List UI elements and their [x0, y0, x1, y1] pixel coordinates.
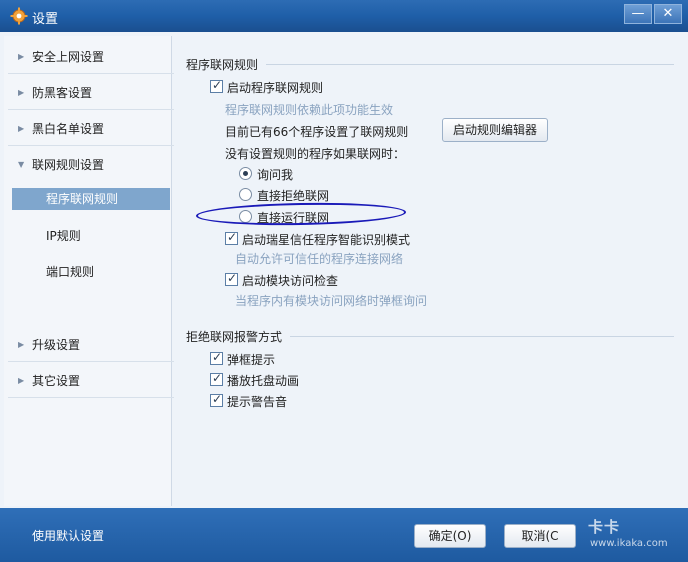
sidebar: ▶ 安全上网设置 ▶ 防黑客设置 ▶ 黑白名单设置 ▼ 联网规则设置 程序联网规… [4, 36, 174, 506]
minimize-button[interactable]: — [624, 4, 652, 24]
module-check-label[interactable]: 启动模块访问检查 [242, 272, 338, 289]
watermark-url: www.ikaka.com [590, 538, 668, 549]
close-icon: ✕ [662, 6, 674, 21]
title-bar: 设置 — ✕ [0, 0, 688, 32]
enable-program-rules-hint: 程序联网规则依赖此项功能生效 [225, 103, 394, 117]
chevron-right-icon: ▶ [18, 52, 25, 61]
warning-sound-checkbox[interactable]: ✓ [210, 392, 223, 407]
radio-selected-dot [243, 171, 248, 176]
check-icon: ✓ [212, 78, 223, 92]
site-watermark: 卡卡 www.ikaka.com [568, 516, 682, 554]
sidebar-subitem-ip-rules[interactable]: IP规则 [12, 225, 170, 247]
watermark-logo-text: 卡卡 [588, 518, 621, 536]
module-check-checkbox[interactable]: ✓ [225, 271, 238, 286]
sidebar-item-label: 安全上网设置 [32, 50, 105, 64]
rule-editor-button[interactable]: 启动规则编辑器 [442, 118, 548, 142]
no-rule-question: 没有设置规则的程序如果联网时： [225, 147, 406, 161]
sidebar-subitem-program-rules[interactable]: 程序联网规则 [12, 188, 170, 210]
radio-deny-network[interactable] [239, 188, 252, 201]
sidebar-item-black-white-list[interactable]: ▶ 黑白名单设置 [8, 112, 174, 146]
section-title-alarm: 拒绝联网报警方式 [186, 330, 283, 344]
sidebar-item-label: 其它设置 [32, 374, 81, 388]
chevron-right-icon: ▶ [18, 340, 25, 349]
section-title-program-rules: 程序联网规则 [186, 58, 259, 72]
chevron-right-icon: ▶ [18, 88, 25, 97]
chevron-right-icon: ▶ [18, 124, 25, 133]
check-icon: ✓ [227, 271, 238, 285]
radio-deny-network-label[interactable]: 直接拒绝联网 [257, 187, 329, 204]
rule-count-text: 目前已有66个程序设置了联网规则 [225, 125, 409, 139]
enable-program-rules-checkbox[interactable]: ✓ [210, 78, 223, 93]
sidebar-item-label: 联网规则设置 [32, 158, 105, 172]
section-divider [290, 336, 674, 337]
minimize-icon: — [631, 6, 645, 21]
window-title: 设置 [32, 12, 59, 27]
chevron-down-icon: ▼ [18, 160, 25, 169]
enable-program-rules-label[interactable]: 启动程序联网规则 [227, 79, 323, 96]
sidebar-item-label: 升级设置 [32, 338, 81, 352]
check-icon: ✓ [212, 350, 223, 364]
popup-alert-label[interactable]: 弹框提示 [227, 351, 275, 368]
settings-main-panel: ▶ 安全上网设置 ▶ 防黑客设置 ▶ 黑白名单设置 ▼ 联网规则设置 程序联网规… [0, 32, 688, 508]
smart-trust-label[interactable]: 启动瑞星信任程序智能识别模式 [242, 231, 410, 248]
gear-icon [10, 7, 28, 25]
sidebar-item-network-rules[interactable]: ▼ 联网规则设置 [8, 148, 174, 182]
check-icon: ✓ [212, 371, 223, 385]
sidebar-item-label: 黑白名单设置 [32, 122, 105, 136]
cancel-button[interactable]: 取消(C [504, 524, 576, 548]
popup-alert-checkbox[interactable]: ✓ [210, 350, 223, 365]
use-default-settings-link[interactable]: 使用默认设置 [32, 527, 104, 544]
smart-trust-checkbox[interactable]: ✓ [225, 230, 238, 245]
sidebar-item-label: 防黑客设置 [32, 86, 93, 100]
radio-ask-me[interactable] [239, 167, 252, 180]
sidebar-item-upgrade[interactable]: ▶ 升级设置 [8, 328, 174, 362]
module-check-hint: 当程序内有模块访问网络时弹框询问 [235, 294, 428, 308]
sidebar-item-other[interactable]: ▶ 其它设置 [8, 364, 174, 398]
sidebar-item-safe-browsing[interactable]: ▶ 安全上网设置 [8, 40, 174, 74]
chevron-right-icon: ▶ [18, 376, 25, 385]
close-button[interactable]: ✕ [654, 4, 682, 24]
sidebar-subitem-port-rules[interactable]: 端口规则 [12, 261, 170, 283]
radio-ask-me-label[interactable]: 询问我 [257, 166, 293, 183]
tray-animation-label[interactable]: 播放托盘动画 [227, 372, 299, 389]
section-divider [266, 64, 674, 65]
content-panel: 程序联网规则 ✓ 启动程序联网规则 程序联网规则依赖此项功能生效 目前已有66个… [176, 36, 684, 506]
check-icon: ✓ [212, 392, 223, 406]
ok-button[interactable]: 确定(O) [414, 524, 486, 548]
tray-animation-checkbox[interactable]: ✓ [210, 371, 223, 386]
warning-sound-label[interactable]: 提示警告音 [227, 393, 287, 410]
smart-trust-hint: 自动允许可信任的程序连接网络 [235, 252, 404, 266]
check-icon: ✓ [227, 230, 238, 244]
sidebar-item-anti-hacker[interactable]: ▶ 防黑客设置 [8, 76, 174, 110]
